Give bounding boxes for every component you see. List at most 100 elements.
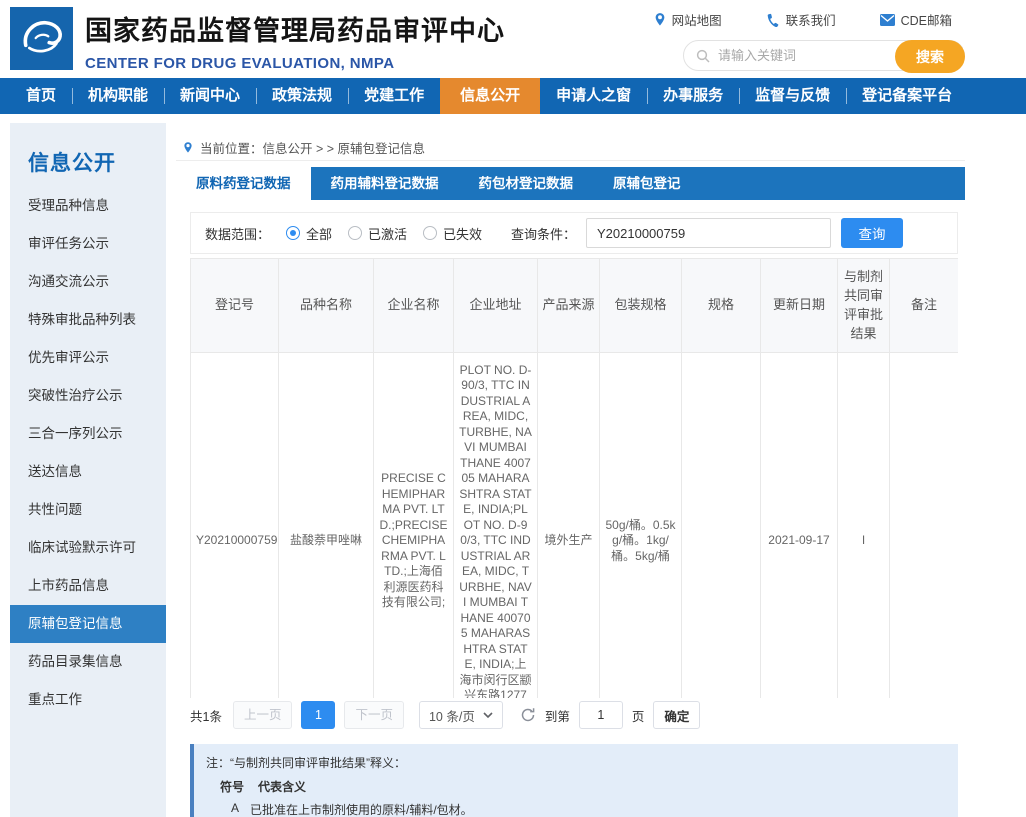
breadcrumb: 当前位置：信息公开 > > 原辅包登记信息 bbox=[183, 138, 425, 157]
site-search-bar: 搜索 bbox=[683, 40, 965, 71]
sidebar-item-raw-excipient-registration[interactable]: 原辅包登记信息 bbox=[10, 605, 166, 643]
col-update-date: 更新日期 bbox=[761, 259, 838, 353]
tab-packaging-registration-data[interactable]: 药包材登记数据 bbox=[459, 167, 594, 200]
next-page-button[interactable]: 下一页 bbox=[344, 701, 404, 729]
radio-option-expired[interactable]: 已失效 bbox=[423, 224, 482, 243]
page-unit-label: 页 bbox=[632, 706, 645, 725]
col-remarks: 备注 bbox=[890, 259, 959, 353]
sitemap-label: 网站地图 bbox=[672, 10, 722, 29]
chevron-down-icon bbox=[483, 712, 493, 719]
nav-item-registration-platform[interactable]: 登记备案平台 bbox=[846, 78, 968, 114]
quick-links: 网站地图 联系我们 CDE邮箱 bbox=[654, 10, 952, 29]
contact-link[interactable]: 联系我们 bbox=[766, 10, 836, 29]
cell-package-spec: 50g/桶。0.5kg/桶。1kg/桶。5kg/桶 bbox=[600, 353, 682, 698]
col-spec: 规格 bbox=[682, 259, 761, 353]
nav-item-applicant-window[interactable]: 申请人之窗 bbox=[540, 78, 647, 114]
note-symbol-header: 符号 bbox=[220, 778, 244, 795]
nav-item-news[interactable]: 新闻中心 bbox=[164, 78, 256, 114]
cell-registration-no: Y20210000759 bbox=[191, 353, 279, 698]
results-table-wrap: 登记号 品种名称 企业名称 企业地址 产品来源 包装规格 规格 更新日期 与制剂… bbox=[190, 258, 958, 698]
sidebar-item-review-tasks[interactable]: 审评任务公示 bbox=[10, 225, 166, 263]
site-title: 国家药品监督管理局药品审评中心 bbox=[85, 9, 505, 48]
tab-raw-excipient-registration[interactable]: 原辅包登记 bbox=[593, 167, 701, 200]
pagination: 共1条 上一页 1 下一页 10 条/页 到第 页 确定 bbox=[190, 701, 700, 729]
radio-expired-label: 已失效 bbox=[443, 224, 482, 243]
page: 国家药品监督管理局药品审评中心 CENTER FOR DRUG EVALUATI… bbox=[0, 0, 1026, 817]
cell-remarks bbox=[890, 353, 959, 698]
phone-icon bbox=[766, 13, 780, 27]
note-item-a: A 已批准在上市制剂使用的原料/辅料/包材。 bbox=[206, 801, 944, 817]
refresh-icon[interactable] bbox=[520, 707, 536, 723]
query-button[interactable]: 查询 bbox=[841, 218, 903, 248]
sidebar-item-accepted-varieties[interactable]: 受理品种信息 bbox=[10, 187, 166, 225]
contact-label: 联系我们 bbox=[786, 10, 836, 29]
sidebar-item-key-work[interactable]: 重点工作 bbox=[10, 681, 166, 719]
table-header-row: 登记号 品种名称 企业名称 企业地址 产品来源 包装规格 规格 更新日期 与制剂… bbox=[191, 259, 959, 353]
nav-item-info-disclosure[interactable]: 信息公开 bbox=[440, 78, 540, 114]
tab-excipient-registration-data[interactable]: 药用辅料登记数据 bbox=[311, 167, 459, 200]
sidebar-item-clinical-trial-license[interactable]: 临床试验默示许可 bbox=[10, 529, 166, 567]
location-pin-icon bbox=[654, 12, 666, 27]
cde-logo[interactable] bbox=[10, 7, 73, 70]
radio-option-activated[interactable]: 已激活 bbox=[348, 224, 407, 243]
cell-update-date: 2021-09-17 bbox=[761, 353, 838, 698]
sidebar-item-three-in-one[interactable]: 三合一序列公示 bbox=[10, 415, 166, 453]
nav-item-party[interactable]: 党建工作 bbox=[348, 78, 440, 114]
nav-item-home[interactable]: 首页 bbox=[10, 78, 72, 114]
sidebar-item-marketed-drugs[interactable]: 上市药品信息 bbox=[10, 567, 166, 605]
sidebar-item-drug-catalog[interactable]: 药品目录集信息 bbox=[10, 643, 166, 681]
nav-item-policies[interactable]: 政策法规 bbox=[256, 78, 348, 114]
scope-label: 数据范围： bbox=[205, 224, 270, 243]
breadcrumb-pin-icon bbox=[183, 141, 193, 154]
goto-label: 到第 bbox=[545, 706, 570, 725]
note-symbol-a: A bbox=[220, 801, 250, 817]
search-icon bbox=[696, 49, 710, 63]
tab-api-registration-data[interactable]: 原料药登记数据 bbox=[176, 167, 311, 200]
radio-unselected-icon bbox=[423, 226, 437, 240]
search-button[interactable]: 搜索 bbox=[895, 40, 965, 73]
cell-joint-review-result: I bbox=[838, 353, 890, 698]
results-table: 登记号 品种名称 企业名称 企业地址 产品来源 包装规格 规格 更新日期 与制剂… bbox=[190, 258, 958, 698]
filter-bar: 数据范围： 全部 已激活 已失效 查询条件： 查询 bbox=[190, 212, 958, 254]
breadcrumb-text: 当前位置：信息公开 > > 原辅包登记信息 bbox=[200, 138, 425, 157]
col-company-name: 企业名称 bbox=[374, 259, 454, 353]
cell-spec bbox=[682, 353, 761, 698]
sidebar-item-priority-review[interactable]: 优先审评公示 bbox=[10, 339, 166, 377]
cell-company-name: PRECISE CHEMIPHARMA PVT. LTD.;PRECISE CH… bbox=[374, 353, 454, 698]
radio-option-all[interactable]: 全部 bbox=[286, 224, 332, 243]
query-input[interactable] bbox=[586, 218, 831, 248]
nav-item-services[interactable]: 办事服务 bbox=[647, 78, 739, 114]
tab-bar: 原料药登记数据 药用辅料登记数据 药包材登记数据 原辅包登记 bbox=[176, 167, 965, 200]
page-size-value: 10 条/页 bbox=[429, 706, 475, 725]
confirm-button[interactable]: 确定 bbox=[653, 701, 700, 729]
breadcrumb-divider bbox=[176, 160, 965, 161]
sidebar-title: 信息公开 bbox=[10, 123, 166, 181]
page-1-button[interactable]: 1 bbox=[301, 701, 335, 729]
sidebar: 信息公开 受理品种信息 审评任务公示 沟通交流公示 特殊审批品种列表 优先审评公… bbox=[10, 123, 166, 817]
cde-mail-link[interactable]: CDE邮箱 bbox=[880, 10, 952, 29]
cell-variety-name: 盐酸萘甲唑啉 bbox=[279, 353, 374, 698]
sidebar-item-communication[interactable]: 沟通交流公示 bbox=[10, 263, 166, 301]
col-company-address: 企业地址 bbox=[454, 259, 538, 353]
site-header: 国家药品监督管理局药品审评中心 CENTER FOR DRUG EVALUATI… bbox=[0, 0, 1026, 78]
note-meaning-a: 已批准在上市制剂使用的原料/辅料/包材。 bbox=[250, 801, 473, 817]
nav-item-functions[interactable]: 机构职能 bbox=[72, 78, 164, 114]
sidebar-item-special-approval[interactable]: 特殊审批品种列表 bbox=[10, 301, 166, 339]
sitemap-link[interactable]: 网站地图 bbox=[654, 10, 722, 29]
note-header-row: 符号 代表含义 bbox=[206, 778, 944, 795]
site-subtitle: CENTER FOR DRUG EVALUATION, NMPA bbox=[85, 55, 505, 72]
sidebar-item-breakthrough-therapy[interactable]: 突破性治疗公示 bbox=[10, 377, 166, 415]
radio-selected-icon bbox=[286, 226, 300, 240]
site-title-block: 国家药品监督管理局药品审评中心 CENTER FOR DRUG EVALUATI… bbox=[85, 9, 505, 72]
main-nav: 首页 机构职能 新闻中心 政策法规 党建工作 信息公开 申请人之窗 办事服务 监… bbox=[0, 78, 1026, 114]
radio-all-label: 全部 bbox=[306, 224, 332, 243]
sidebar-item-delivery-info[interactable]: 送达信息 bbox=[10, 453, 166, 491]
radio-activated-label: 已激活 bbox=[368, 224, 407, 243]
page-size-select[interactable]: 10 条/页 bbox=[419, 701, 503, 729]
sidebar-item-common-issues[interactable]: 共性问题 bbox=[10, 491, 166, 529]
prev-page-button[interactable]: 上一页 bbox=[233, 701, 293, 729]
col-product-source: 产品来源 bbox=[538, 259, 600, 353]
col-registration-no: 登记号 bbox=[191, 259, 279, 353]
goto-page-input[interactable] bbox=[579, 701, 623, 729]
nav-item-supervision[interactable]: 监督与反馈 bbox=[739, 78, 846, 114]
